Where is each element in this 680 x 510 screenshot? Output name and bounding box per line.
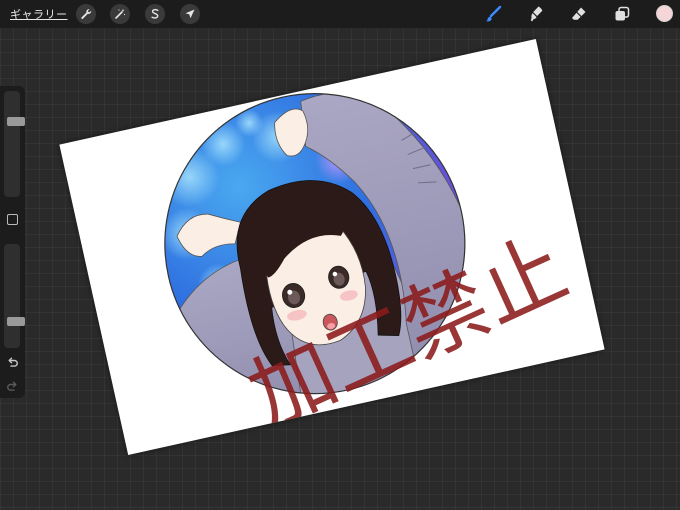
layers-icon	[615, 6, 630, 21]
eraser-icon	[572, 7, 586, 20]
smudge-icon	[530, 6, 543, 22]
brush-size-slider[interactable]	[4, 91, 25, 197]
arrow-cursor-icon	[185, 9, 195, 19]
left-sidebar	[0, 86, 25, 398]
brush-button[interactable]	[483, 4, 503, 24]
gallery-link[interactable]: ギャラリー	[10, 6, 68, 22]
brush-icon	[486, 5, 502, 22]
redo-icon[interactable]	[6, 380, 19, 393]
color-swatch[interactable]	[656, 5, 673, 22]
modify-button[interactable]	[7, 214, 18, 225]
artwork-illustration: 加工禁止	[135, 64, 581, 447]
selection-button[interactable]	[145, 4, 165, 24]
transform-button[interactable]	[180, 4, 200, 24]
wrench-icon	[81, 9, 92, 19]
eraser-button[interactable]	[569, 4, 589, 24]
layers-button[interactable]	[612, 4, 632, 24]
opacity-slider[interactable]	[4, 244, 25, 348]
magic-wand-icon	[115, 8, 126, 19]
drawing-canvas[interactable]: 加工禁止	[59, 38, 605, 456]
smudge-button[interactable]	[526, 4, 546, 24]
opacity-thumb[interactable]	[7, 317, 25, 327]
actions-button[interactable]	[76, 4, 96, 24]
adjustments-button[interactable]	[110, 4, 130, 24]
brush-size-thumb[interactable]	[7, 117, 25, 127]
undo-icon[interactable]	[6, 356, 19, 369]
top-toolbar: ギャラリー	[0, 0, 680, 28]
selection-s-icon	[151, 8, 159, 19]
